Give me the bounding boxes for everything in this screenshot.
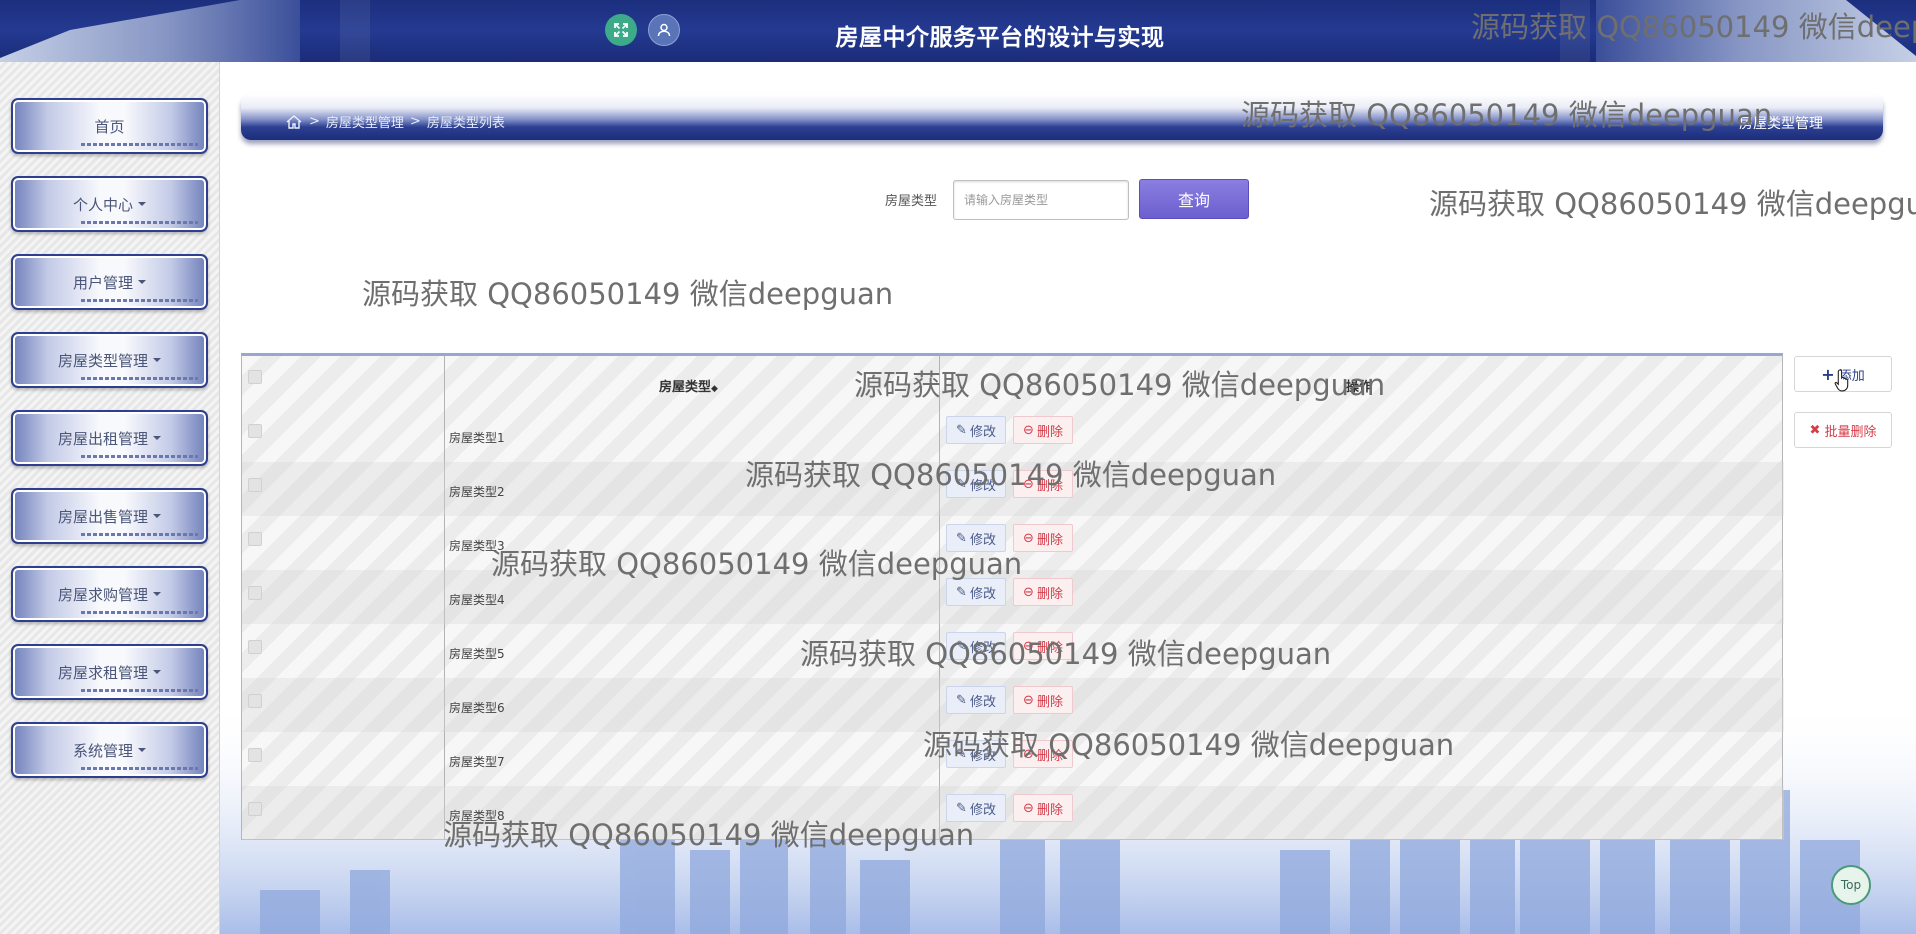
row-checkbox[interactable] bbox=[248, 478, 262, 492]
search-button[interactable]: 查询 bbox=[1139, 179, 1249, 219]
watermark: 源码获取 QQ86050149 微信deepguan bbox=[1241, 98, 1773, 132]
sidebar-item-house-rental-management[interactable]: 房屋出租管理 bbox=[11, 410, 208, 466]
row-checkbox[interactable] bbox=[248, 748, 262, 762]
delete-icon: ⊖ bbox=[1023, 584, 1034, 600]
house-type-cell: 房屋类型6 bbox=[449, 701, 505, 715]
delete-button[interactable]: ⊖ 删除 bbox=[1013, 686, 1073, 714]
watermark: 源码获取 QQ86050149 微信deepguan bbox=[923, 728, 1455, 762]
breadcrumb-item[interactable]: 房屋类型列表 bbox=[427, 112, 505, 131]
sidebar-item-label: 房屋求租管理 bbox=[57, 663, 148, 682]
breadcrumb-item[interactable]: 房屋类型管理 bbox=[326, 112, 404, 131]
breadcrumb-separator: > bbox=[409, 114, 421, 129]
batch-delete-button[interactable]: ✖ 批量删除 bbox=[1794, 412, 1892, 448]
column-header-house-type[interactable]: 房屋类型◆ bbox=[659, 376, 718, 395]
house-type-cell: 房屋类型4 bbox=[449, 593, 505, 607]
caret-down-icon bbox=[153, 514, 161, 518]
delete-button[interactable]: ⊖ 删除 bbox=[1013, 794, 1073, 822]
caret-down-icon bbox=[138, 280, 146, 284]
edit-button[interactable]: ✎ 修改 bbox=[946, 686, 1006, 714]
house-type-cell: 房屋类型2 bbox=[449, 485, 505, 499]
row-checkbox[interactable] bbox=[248, 694, 262, 708]
watermark: 源码获取 QQ86050149 微信deepguan bbox=[443, 818, 975, 852]
row-checkbox[interactable] bbox=[248, 424, 262, 438]
sidebar-item-label: 房屋出售管理 bbox=[57, 507, 148, 526]
watermark: 源码获取 QQ86050149 微信deepguan bbox=[1471, 10, 1916, 44]
caret-down-icon bbox=[153, 592, 161, 596]
watermark: 源码获取 QQ86050149 微信deepguan bbox=[362, 277, 894, 311]
sidebar-item-label: 房屋求购管理 bbox=[57, 585, 148, 604]
watermark: 源码获取 QQ86050149 微信deepguan bbox=[1429, 187, 1916, 221]
sidebar-item-system-management[interactable]: 系统管理 bbox=[11, 722, 208, 778]
delete-button[interactable]: ⊖ 删除 bbox=[1013, 416, 1073, 444]
house-type-search-input[interactable] bbox=[953, 180, 1129, 220]
search-label: 房屋类型 bbox=[885, 194, 938, 209]
delete-icon: ⊖ bbox=[1023, 422, 1034, 438]
caret-down-icon bbox=[153, 670, 161, 674]
row-checkbox[interactable] bbox=[248, 532, 262, 546]
breadcrumb: > 房屋类型管理 > 房屋类型列表 bbox=[285, 112, 505, 131]
sidebar-item-label: 用户管理 bbox=[72, 273, 133, 292]
sidebar-item-label: 房屋类型管理 bbox=[57, 351, 148, 370]
sidebar-item-house-rent-request-management[interactable]: 房屋求租管理 bbox=[11, 644, 208, 700]
sidebar-item-house-sale-management[interactable]: 房屋出售管理 bbox=[11, 488, 208, 544]
watermark: 源码获取 QQ86050149 微信deepguan bbox=[854, 368, 1386, 402]
row-checkbox[interactable] bbox=[248, 586, 262, 600]
edit-icon: ✎ bbox=[956, 584, 967, 600]
sidebar-item-house-type-management[interactable]: 房屋类型管理 bbox=[11, 332, 208, 388]
sidebar-item-house-purchase-request-management[interactable]: 房屋求购管理 bbox=[11, 566, 208, 622]
watermark: 源码获取 QQ86050149 微信deepguan bbox=[800, 637, 1332, 671]
back-to-top-button[interactable]: Top bbox=[1831, 865, 1871, 905]
hand-cursor-icon bbox=[1834, 369, 1849, 392]
row-checkbox[interactable] bbox=[248, 640, 262, 654]
caret-down-icon bbox=[153, 358, 161, 362]
row-checkbox[interactable] bbox=[248, 802, 262, 816]
plus-icon: + bbox=[1821, 364, 1835, 384]
sidebar-item-label: 系统管理 bbox=[72, 741, 133, 760]
watermark: 源码获取 QQ86050149 微信deepguan bbox=[491, 547, 1023, 581]
edit-icon: ✎ bbox=[956, 692, 967, 708]
delete-icon: ⊖ bbox=[1023, 530, 1034, 546]
home-icon[interactable] bbox=[285, 114, 303, 130]
sort-icon: ◆ bbox=[711, 384, 718, 394]
select-all-checkbox[interactable] bbox=[248, 370, 262, 384]
sidebar-item-home[interactable]: 首页 bbox=[11, 98, 208, 154]
caret-down-icon bbox=[138, 748, 146, 752]
watermark: 源码获取 QQ86050149 微信deepguan bbox=[745, 458, 1277, 492]
house-type-cell: 房屋类型7 bbox=[449, 755, 505, 769]
sidebar-item-personal-center[interactable]: 个人中心 bbox=[11, 176, 208, 232]
edit-icon: ✎ bbox=[956, 422, 967, 438]
house-type-cell: 房屋类型5 bbox=[449, 647, 505, 661]
breadcrumb-separator: > bbox=[309, 114, 320, 129]
sidebar-item-label: 房屋出租管理 bbox=[57, 429, 148, 448]
house-type-cell: 房屋类型1 bbox=[449, 431, 505, 445]
delete-icon: ⊖ bbox=[1023, 692, 1034, 708]
sidebar-item-label: 首页 bbox=[94, 117, 125, 136]
caret-down-icon bbox=[138, 202, 146, 206]
house-type-table: 房屋类型◆ 操作 房屋类型1 ✎ 修改 ⊖ 删除 房屋类型2 ✎ 修改 ⊖ 删除 房屋类… bbox=[241, 353, 1784, 840]
sidebar-item-user-management[interactable]: 用户管理 bbox=[11, 254, 208, 310]
caret-down-icon bbox=[153, 436, 161, 440]
delete-icon: ⊖ bbox=[1023, 800, 1034, 816]
edit-button[interactable]: ✎ 修改 bbox=[946, 416, 1006, 444]
sidebar-item-label: 个人中心 bbox=[72, 195, 133, 214]
close-icon: ✖ bbox=[1809, 422, 1821, 438]
